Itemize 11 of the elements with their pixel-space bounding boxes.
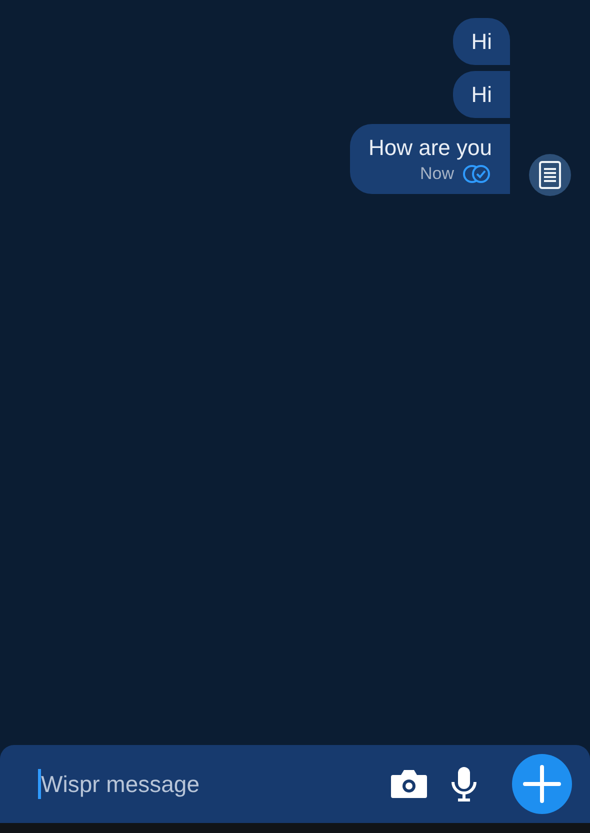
message-time: Now bbox=[420, 164, 454, 184]
note-button[interactable] bbox=[529, 154, 571, 196]
document-icon bbox=[539, 161, 561, 189]
camera-button[interactable] bbox=[390, 769, 428, 799]
message-text: Hi bbox=[471, 82, 492, 107]
microphone-button[interactable] bbox=[450, 766, 478, 802]
microphone-icon bbox=[450, 766, 478, 802]
message-text: Hi bbox=[471, 29, 492, 54]
message-text: How are you bbox=[368, 135, 492, 160]
plus-icon bbox=[523, 765, 561, 803]
camera-icon bbox=[390, 769, 428, 799]
